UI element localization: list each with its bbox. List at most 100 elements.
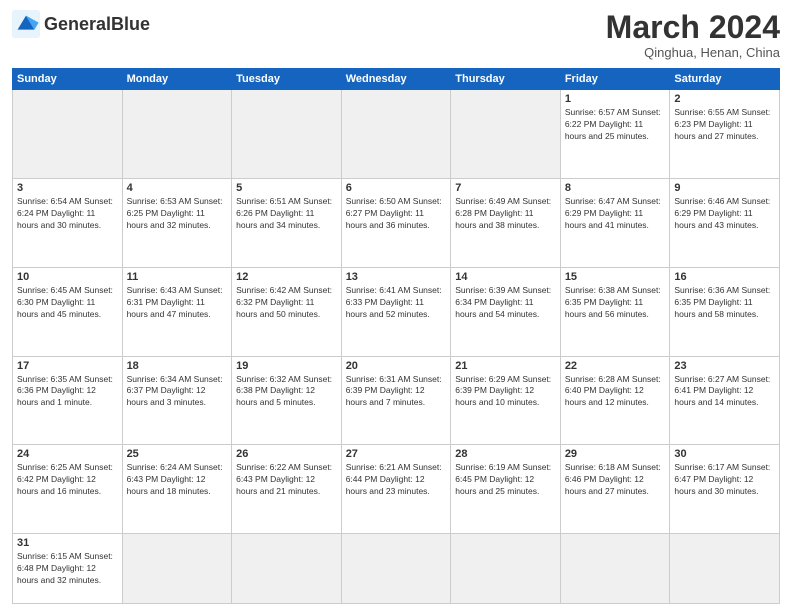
page: GeneralBlue March 2024 Qinghua, Henan, C… — [0, 0, 792, 612]
calendar-day: 30Sunrise: 6:17 AM Sunset: 6:47 PM Dayli… — [670, 445, 780, 534]
day-info: Sunrise: 6:41 AM Sunset: 6:33 PM Dayligh… — [346, 285, 447, 321]
calendar-day: 26 Sunrise: 6:22 AM Sunset: 6:43 PM Dayli… — [232, 445, 342, 534]
calendar-day — [341, 90, 451, 179]
day-info: Sunrise: 6:35 AM Sunset: 6:36 PM Dayligh… — [17, 374, 118, 410]
logo: GeneralBlue — [12, 10, 150, 38]
day-info: Sunrise: 6:57 AM Sunset: 6:22 PM Dayligh… — [565, 107, 666, 143]
calendar-day — [670, 534, 780, 604]
day-number: 21 — [455, 360, 556, 372]
calendar-day: 14 Sunrise: 6:39 AM Sunset: 6:34 PM Dayli… — [451, 267, 561, 356]
calendar-day — [451, 534, 561, 604]
logo-icon — [12, 10, 40, 38]
calendar-day: 6 Sunrise: 6:50 AM Sunset: 6:27 PM Daylig… — [341, 178, 451, 267]
col-sunday: Sunday — [13, 69, 123, 90]
day-info: Sunrise: 6:46 AM Sunset: 6:29 PM Dayligh… — [674, 196, 775, 232]
calendar-day: 1Sunrise: 6:57 AM Sunset: 6:22 PM Daylig… — [560, 90, 670, 179]
day-number: 15 — [565, 271, 666, 283]
calendar-day: 22 Sunrise: 6:28 AM Sunset: 6:40 PM Dayli… — [560, 356, 670, 445]
col-tuesday: Tuesday — [232, 69, 342, 90]
day-info: Sunrise: 6:19 AM Sunset: 6:45 PM Dayligh… — [455, 462, 556, 498]
day-number: 16 — [674, 271, 775, 283]
calendar-day: 10 Sunrise: 6:45 AM Sunset: 6:30 PM Dayli… — [13, 267, 123, 356]
calendar-day: 27Sunrise: 6:21 AM Sunset: 6:44 PM Dayli… — [341, 445, 451, 534]
calendar-day: 29 Sunrise: 6:18 AM Sunset: 6:46 PM Dayli… — [560, 445, 670, 534]
day-info: Sunrise: 6:47 AM Sunset: 6:29 PM Dayligh… — [565, 196, 666, 232]
day-number: 17 — [17, 360, 118, 372]
day-info: Sunrise: 6:18 AM Sunset: 6:46 PM Dayligh… — [565, 462, 666, 498]
calendar-week-2: 3Sunrise: 6:54 AM Sunset: 6:24 PM Daylig… — [13, 178, 780, 267]
day-info: Sunrise: 6:45 AM Sunset: 6:30 PM Dayligh… — [17, 285, 118, 321]
calendar-day: 31 Sunrise: 6:15 AM Sunset: 6:48 PM Dayli… — [13, 534, 123, 604]
calendar-day: 20 Sunrise: 6:31 AM Sunset: 6:39 PM Dayli… — [341, 356, 451, 445]
calendar-day — [122, 534, 232, 604]
calendar-day: 23 Sunrise: 6:27 AM Sunset: 6:41 PM Dayli… — [670, 356, 780, 445]
day-info: Sunrise: 6:42 AM Sunset: 6:32 PM Dayligh… — [236, 285, 337, 321]
day-info: Sunrise: 6:29 AM Sunset: 6:39 PM Dayligh… — [455, 374, 556, 410]
calendar-day: 12 Sunrise: 6:42 AM Sunset: 6:32 PM Dayli… — [232, 267, 342, 356]
day-info: Sunrise: 6:17 AM Sunset: 6:47 PM Dayligh… — [674, 462, 775, 498]
location-subtitle: Qinghua, Henan, China — [606, 45, 780, 60]
day-number: 18 — [127, 360, 228, 372]
calendar-day — [13, 90, 123, 179]
calendar-day — [122, 90, 232, 179]
day-info: Sunrise: 6:39 AM Sunset: 6:34 PM Dayligh… — [455, 285, 556, 321]
calendar-header-row: Sunday Monday Tuesday Wednesday Thursday… — [13, 69, 780, 90]
day-number: 4 — [127, 182, 228, 194]
day-info: Sunrise: 6:25 AM Sunset: 6:42 PM Dayligh… — [17, 462, 118, 498]
day-info: Sunrise: 6:43 AM Sunset: 6:31 PM Dayligh… — [127, 285, 228, 321]
day-number: 25 — [127, 448, 228, 460]
month-title: March 2024 — [606, 10, 780, 45]
day-number: 29 — [565, 448, 666, 460]
day-info: Sunrise: 6:50 AM Sunset: 6:27 PM Dayligh… — [346, 196, 447, 232]
day-number: 24 — [17, 448, 118, 460]
calendar-day: 19 Sunrise: 6:32 AM Sunset: 6:38 PM Dayli… — [232, 356, 342, 445]
calendar-day: 8Sunrise: 6:47 AM Sunset: 6:29 PM Daylig… — [560, 178, 670, 267]
col-wednesday: Wednesday — [341, 69, 451, 90]
day-info: Sunrise: 6:53 AM Sunset: 6:25 PM Dayligh… — [127, 196, 228, 232]
day-info: Sunrise: 6:31 AM Sunset: 6:39 PM Dayligh… — [346, 374, 447, 410]
calendar-day — [232, 90, 342, 179]
col-monday: Monday — [122, 69, 232, 90]
day-number: 7 — [455, 182, 556, 194]
calendar-day: 4 Sunrise: 6:53 AM Sunset: 6:25 PM Daylig… — [122, 178, 232, 267]
day-number: 12 — [236, 271, 337, 283]
day-info: Sunrise: 6:49 AM Sunset: 6:28 PM Dayligh… — [455, 196, 556, 232]
calendar-day: 5Sunrise: 6:51 AM Sunset: 6:26 PM Daylig… — [232, 178, 342, 267]
calendar-day: 3Sunrise: 6:54 AM Sunset: 6:24 PM Daylig… — [13, 178, 123, 267]
day-info: Sunrise: 6:27 AM Sunset: 6:41 PM Dayligh… — [674, 374, 775, 410]
calendar-week-5: 24 Sunrise: 6:25 AM Sunset: 6:42 PM Dayli… — [13, 445, 780, 534]
day-number: 6 — [346, 182, 447, 194]
day-number: 2 — [674, 93, 775, 105]
day-info: Sunrise: 6:32 AM Sunset: 6:38 PM Dayligh… — [236, 374, 337, 410]
calendar-day — [341, 534, 451, 604]
calendar-day: 25Sunrise: 6:24 AM Sunset: 6:43 PM Dayli… — [122, 445, 232, 534]
col-thursday: Thursday — [451, 69, 561, 90]
day-info: Sunrise: 6:22 AM Sunset: 6:43 PM Dayligh… — [236, 462, 337, 498]
calendar-day: 17 Sunrise: 6:35 AM Sunset: 6:36 PM Dayli… — [13, 356, 123, 445]
day-number: 31 — [17, 537, 118, 549]
day-number: 14 — [455, 271, 556, 283]
day-info: Sunrise: 6:55 AM Sunset: 6:23 PM Dayligh… — [674, 107, 775, 143]
day-number: 5 — [236, 182, 337, 194]
day-number: 19 — [236, 360, 337, 372]
calendar-day — [451, 90, 561, 179]
header: GeneralBlue March 2024 Qinghua, Henan, C… — [12, 10, 780, 60]
day-number: 26 — [236, 448, 337, 460]
day-number: 23 — [674, 360, 775, 372]
day-number: 22 — [565, 360, 666, 372]
calendar-week-6: 31 Sunrise: 6:15 AM Sunset: 6:48 PM Dayli… — [13, 534, 780, 604]
day-info: Sunrise: 6:15 AM Sunset: 6:48 PM Dayligh… — [17, 551, 118, 587]
day-info: Sunrise: 6:28 AM Sunset: 6:40 PM Dayligh… — [565, 374, 666, 410]
calendar-week-3: 10 Sunrise: 6:45 AM Sunset: 6:30 PM Dayli… — [13, 267, 780, 356]
calendar-day: 2 Sunrise: 6:55 AM Sunset: 6:23 PM Daylig… — [670, 90, 780, 179]
calendar-day: 16Sunrise: 6:36 AM Sunset: 6:35 PM Dayli… — [670, 267, 780, 356]
calendar-day: 13Sunrise: 6:41 AM Sunset: 6:33 PM Dayli… — [341, 267, 451, 356]
calendar-day: 11Sunrise: 6:43 AM Sunset: 6:31 PM Dayli… — [122, 267, 232, 356]
calendar-week-1: 1Sunrise: 6:57 AM Sunset: 6:22 PM Daylig… — [13, 90, 780, 179]
calendar-day: 18Sunrise: 6:34 AM Sunset: 6:37 PM Dayli… — [122, 356, 232, 445]
col-friday: Friday — [560, 69, 670, 90]
calendar-day: 21 Sunrise: 6:29 AM Sunset: 6:39 PM Dayli… — [451, 356, 561, 445]
logo-text: GeneralBlue — [44, 14, 150, 35]
day-number: 20 — [346, 360, 447, 372]
day-number: 10 — [17, 271, 118, 283]
